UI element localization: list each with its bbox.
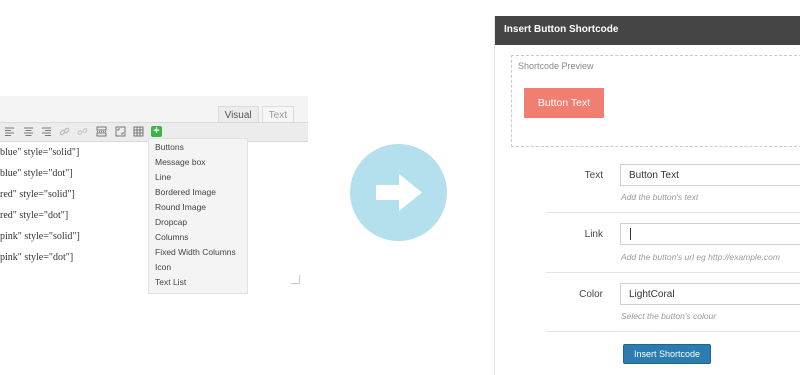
arrow-right-icon	[350, 144, 447, 241]
fullscreen-icon[interactable]	[115, 126, 126, 137]
text-field[interactable]	[620, 164, 800, 186]
insert-button-shortcode-dialog: Insert Button Shortcode Shortcode Previe…	[494, 16, 800, 375]
dialog-header: Insert Button Shortcode	[495, 16, 800, 45]
insert-shortcode-button[interactable]: Insert Shortcode	[623, 344, 711, 364]
color-field-help: Select the button's colour	[621, 311, 717, 321]
shortcode-preview: Shortcode Preview Button Text	[511, 55, 800, 147]
align-right-icon[interactable]	[41, 126, 52, 137]
resize-handle[interactable]	[291, 275, 300, 284]
color-field-label: Color	[579, 289, 603, 300]
menu-item-dropcap[interactable]: Dropcap	[155, 217, 187, 227]
code-line: blue" style="solid"]	[0, 147, 80, 158]
editor-content[interactable]: blue" style="solid"] blue" style="dot"] …	[0, 142, 150, 292]
shortcode-dropdown-menu: Buttons Message box Line Bordered Image …	[148, 138, 248, 294]
text-field-help: Add the button's text	[621, 192, 699, 202]
menu-item-buttons[interactable]: Buttons	[155, 142, 184, 152]
color-field[interactable]	[620, 283, 800, 305]
menu-item-columns[interactable]: Columns	[155, 232, 189, 242]
unlink-icon[interactable]	[77, 126, 88, 137]
insert-more-icon[interactable]	[96, 126, 107, 137]
link-icon[interactable]	[59, 126, 70, 137]
kitchen-sink-icon[interactable]	[133, 126, 144, 137]
wp-editor: Visual Text + blue" style="solid"] blue"…	[0, 96, 308, 294]
divider	[546, 212, 800, 213]
preview-label: Shortcode Preview	[518, 61, 594, 71]
divider	[546, 331, 800, 332]
code-line: red" style="dot"]	[0, 210, 69, 221]
code-line: pink" style="dot"]	[0, 252, 74, 263]
menu-item-bordered-image[interactable]: Bordered Image	[155, 187, 216, 197]
code-line: red" style="solid"]	[0, 189, 75, 200]
code-line: pink" style="solid"]	[0, 231, 80, 242]
link-field[interactable]	[620, 223, 800, 245]
link-field-label: Link	[584, 229, 603, 240]
menu-item-round-image[interactable]: Round Image	[155, 202, 206, 212]
align-left-icon[interactable]	[4, 126, 15, 137]
menu-item-message-box[interactable]: Message box	[155, 157, 206, 167]
preview-button[interactable]: Button Text	[524, 88, 604, 118]
divider	[546, 272, 800, 273]
code-line: blue" style="dot"]	[0, 168, 73, 179]
menu-item-line[interactable]: Line	[155, 172, 171, 182]
menu-item-text-list[interactable]: Text List	[155, 277, 186, 287]
text-field-label: Text	[584, 170, 603, 181]
menu-item-fixed-width-columns[interactable]: Fixed Width Columns	[155, 247, 236, 257]
text-cursor	[630, 228, 631, 240]
align-center-icon[interactable]	[23, 126, 34, 137]
add-shortcode-icon[interactable]: +	[151, 126, 162, 137]
menu-item-icon[interactable]: Icon	[155, 262, 171, 272]
dialog-title: Insert Button Shortcode	[504, 24, 619, 35]
editor-content-right[interactable]	[246, 142, 308, 292]
link-field-help: Add the button's url eg http://example.c…	[621, 252, 780, 262]
